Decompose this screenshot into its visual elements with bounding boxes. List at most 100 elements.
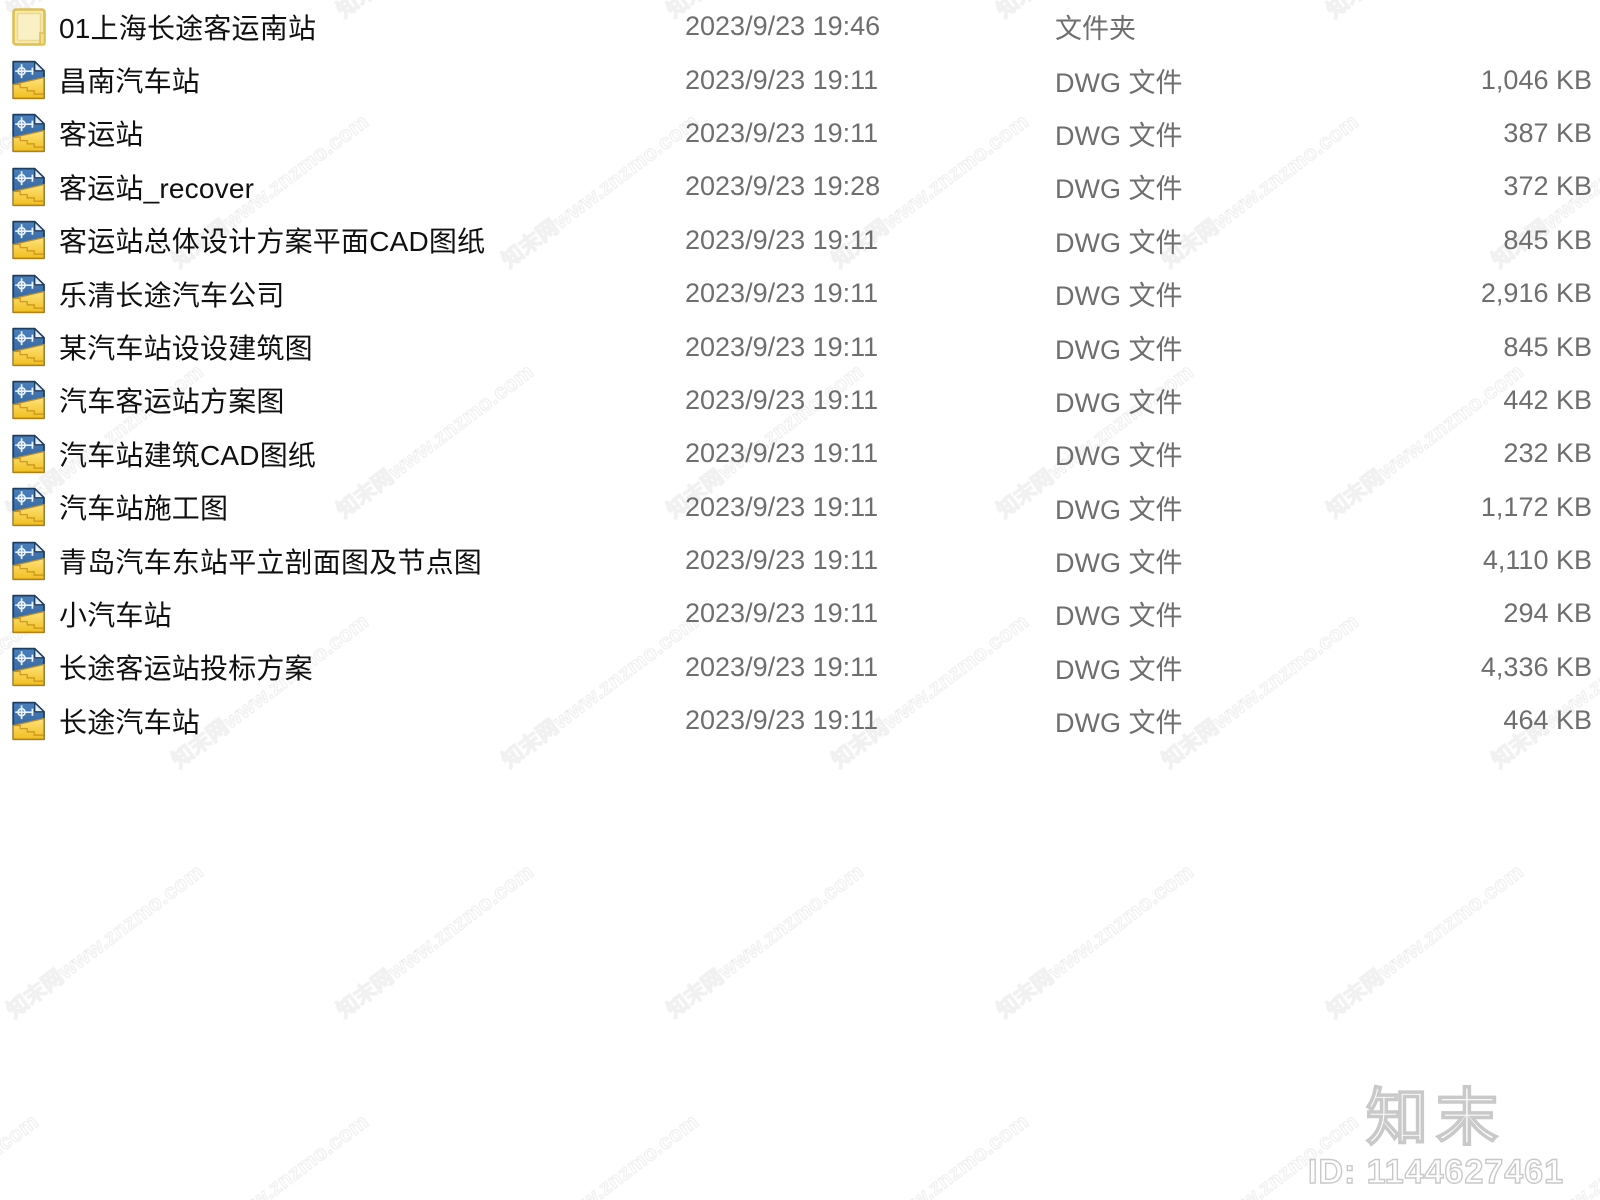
file-name[interactable]: 长途汽车站 (55, 701, 685, 741)
file-name[interactable]: 汽车站施工图 (55, 487, 685, 527)
file-size: 845 KB (1503, 331, 1592, 362)
file-modified-date: 2023/9/23 19:11 (685, 598, 879, 629)
file-size: 372 KB (1503, 171, 1592, 202)
dwg-file-icon-glyph (12, 60, 45, 100)
file-name[interactable]: 长途客运站投标方案 (55, 647, 685, 687)
file-type: DWG 文件 (1055, 334, 1183, 365)
watermark-text: 知末网www.znzmo.com (0, 1109, 44, 1200)
file-row[interactable]: 青岛汽车东站平立剖面图及节点图 2023/9/23 19:11 DWG 文件 4,11… (0, 534, 1600, 587)
file-type: DWG 文件 (1055, 387, 1183, 418)
file-name[interactable]: 汽车客运站方案图 (55, 380, 685, 420)
file-type: DWG 文件 (1055, 120, 1183, 151)
file-name[interactable]: 客运站 (55, 113, 685, 153)
file-type: DWG 文件 (1055, 67, 1183, 98)
file-size: 232 KB (1503, 438, 1592, 469)
dwg-file-icon-glyph (12, 648, 45, 687)
dwg-file-icon (11, 378, 55, 422)
file-name[interactable]: 某汽车站设设建筑图 (55, 327, 685, 367)
file-type: DWG 文件 (1055, 174, 1183, 205)
watermark-text: 知末网www.znzmo.com (662, 859, 869, 1023)
file-type: DWG 文件 (1055, 548, 1183, 579)
file-modified-date: 2023/9/23 19:11 (685, 651, 879, 682)
file-size: 845 KB (1503, 224, 1592, 255)
dwg-file-icon (11, 325, 55, 369)
file-name[interactable]: 汽车站建筑CAD图纸 (55, 434, 685, 474)
dwg-file-icon (11, 539, 55, 583)
dwg-file-icon-glyph (12, 381, 45, 420)
file-name[interactable]: 01上海长途客运南站 (55, 7, 685, 47)
file-row[interactable]: 长途汽车站 2023/9/23 19:11 DWG 文件 464 KB (0, 694, 1600, 747)
dwg-file-icon (11, 432, 55, 476)
file-row[interactable]: 客运站总体设计方案平面CAD图纸 2023/9/23 19:11 DWG 文件 845… (0, 214, 1600, 267)
file-size: 442 KB (1503, 384, 1592, 415)
file-row[interactable]: 客运站_recover 2023/9/23 19:28 DWG 文件 372 KB (0, 160, 1600, 213)
dwg-file-icon (11, 485, 55, 529)
dwg-file-icon (11, 165, 55, 209)
file-type: DWG 文件 (1055, 494, 1183, 525)
watermark-text: 知末网www.znzmo.com (1157, 1109, 1364, 1200)
watermark-text: 知末网www.znzmo.com (1322, 859, 1529, 1023)
file-type: DWG 文件 (1055, 227, 1183, 258)
dwg-file-icon-glyph (12, 167, 45, 206)
watermark-text: 知末网www.znzmo.com (497, 1109, 704, 1200)
folder-icon-glyph (12, 7, 46, 46)
file-row[interactable]: 昌南汽车站 2023/9/23 19:11 DWG 文件 1,046 KB (0, 53, 1600, 106)
file-size: 1,046 KB (1480, 64, 1592, 95)
brand-logo-text: 知末 (1365, 1083, 1506, 1153)
file-size: 464 KB (1503, 705, 1592, 736)
file-modified-date: 2023/9/23 19:46 (685, 11, 881, 42)
watermark-text: 知末网www.znzmo.com (167, 1109, 374, 1200)
dwg-file-icon-glyph (12, 434, 45, 473)
watermark-text: 知末网www.znzmo.com (992, 859, 1199, 1023)
file-name[interactable]: 客运站_recover (55, 167, 685, 207)
dwg-file-icon-glyph (12, 114, 45, 153)
dwg-file-icon (11, 272, 55, 316)
file-name[interactable]: 乐清长途汽车公司 (55, 274, 685, 314)
file-row[interactable]: 01上海长途客运南站 2023/9/23 19:46 文件夹 (0, 0, 1600, 53)
file-name[interactable]: 昌南汽车站 (55, 60, 685, 100)
file-modified-date: 2023/9/23 19:28 (685, 171, 881, 202)
file-modified-date: 2023/9/23 19:11 (685, 331, 879, 362)
file-size: 1,172 KB (1480, 491, 1592, 522)
file-size: 4,336 KB (1480, 651, 1592, 682)
brand-watermark: 知末 ID: 1144627461 (1286, 1083, 1586, 1192)
dwg-file-icon-glyph (12, 220, 45, 260)
file-row[interactable]: 某汽车站设设建筑图 2023/9/23 19:11 DWG 文件 845 KB (0, 320, 1600, 373)
file-name[interactable]: 小汽车站 (55, 594, 685, 634)
file-row[interactable]: 汽车站建筑CAD图纸 2023/9/23 19:11 DWG 文件 232 KB (0, 427, 1600, 480)
file-modified-date: 2023/9/23 19:11 (685, 491, 879, 522)
file-row[interactable]: 客运站 2023/9/23 19:11 DWG 文件 387 KB (0, 107, 1600, 160)
brand-id-text: ID: 1144627461 (1307, 1152, 1564, 1191)
dwg-file-icon-glyph (12, 274, 45, 313)
file-modified-date: 2023/9/23 19:11 (685, 64, 879, 95)
file-size: 294 KB (1503, 598, 1592, 629)
dwg-file-icon-glyph (12, 594, 45, 634)
dwg-file-icon (11, 699, 55, 743)
watermark-text: 知末网www.znzmo.com (2, 859, 209, 1023)
file-modified-date: 2023/9/23 19:11 (685, 705, 879, 736)
dwg-file-icon (11, 645, 55, 689)
file-modified-date: 2023/9/23 19:11 (685, 117, 879, 148)
file-size: 4,110 KB (1482, 545, 1592, 576)
file-row[interactable]: 汽车客运站方案图 2023/9/23 19:11 DWG 文件 442 KB (0, 374, 1600, 427)
file-size: 2,916 KB (1480, 278, 1592, 309)
watermark-text: 知末网www.znzmo.com (827, 1109, 1034, 1200)
file-type: DWG 文件 (1055, 654, 1183, 685)
dwg-file-icon (11, 58, 55, 102)
file-size: 387 KB (1503, 117, 1592, 148)
file-list: 01上海长途客运南站 2023/9/23 19:46 文件夹 昌南汽车站 2023/9/… (0, 0, 1600, 747)
file-modified-date: 2023/9/23 19:11 (685, 438, 879, 469)
file-row[interactable]: 小汽车站 2023/9/23 19:11 DWG 文件 294 KB (0, 587, 1600, 640)
file-row[interactable]: 长途客运站投标方案 2023/9/23 19:11 DWG 文件 4,336 KB (0, 641, 1600, 694)
file-modified-date: 2023/9/23 19:11 (685, 278, 879, 309)
file-row[interactable]: 乐清长途汽车公司 2023/9/23 19:11 DWG 文件 2,916 KB (0, 267, 1600, 320)
file-name[interactable]: 客运站总体设计方案平面CAD图纸 (55, 220, 685, 260)
file-name[interactable]: 青岛汽车东站平立剖面图及节点图 (55, 541, 685, 581)
file-type: DWG 文件 (1055, 281, 1183, 312)
dwg-file-icon (11, 111, 55, 155)
dwg-file-icon-glyph (12, 701, 45, 740)
file-type: DWG 文件 (1055, 441, 1183, 472)
file-modified-date: 2023/9/23 19:11 (685, 384, 879, 415)
dwg-file-icon-glyph (12, 541, 45, 580)
file-row[interactable]: 汽车站施工图 2023/9/23 19:11 DWG 文件 1,172 KB (0, 481, 1600, 534)
